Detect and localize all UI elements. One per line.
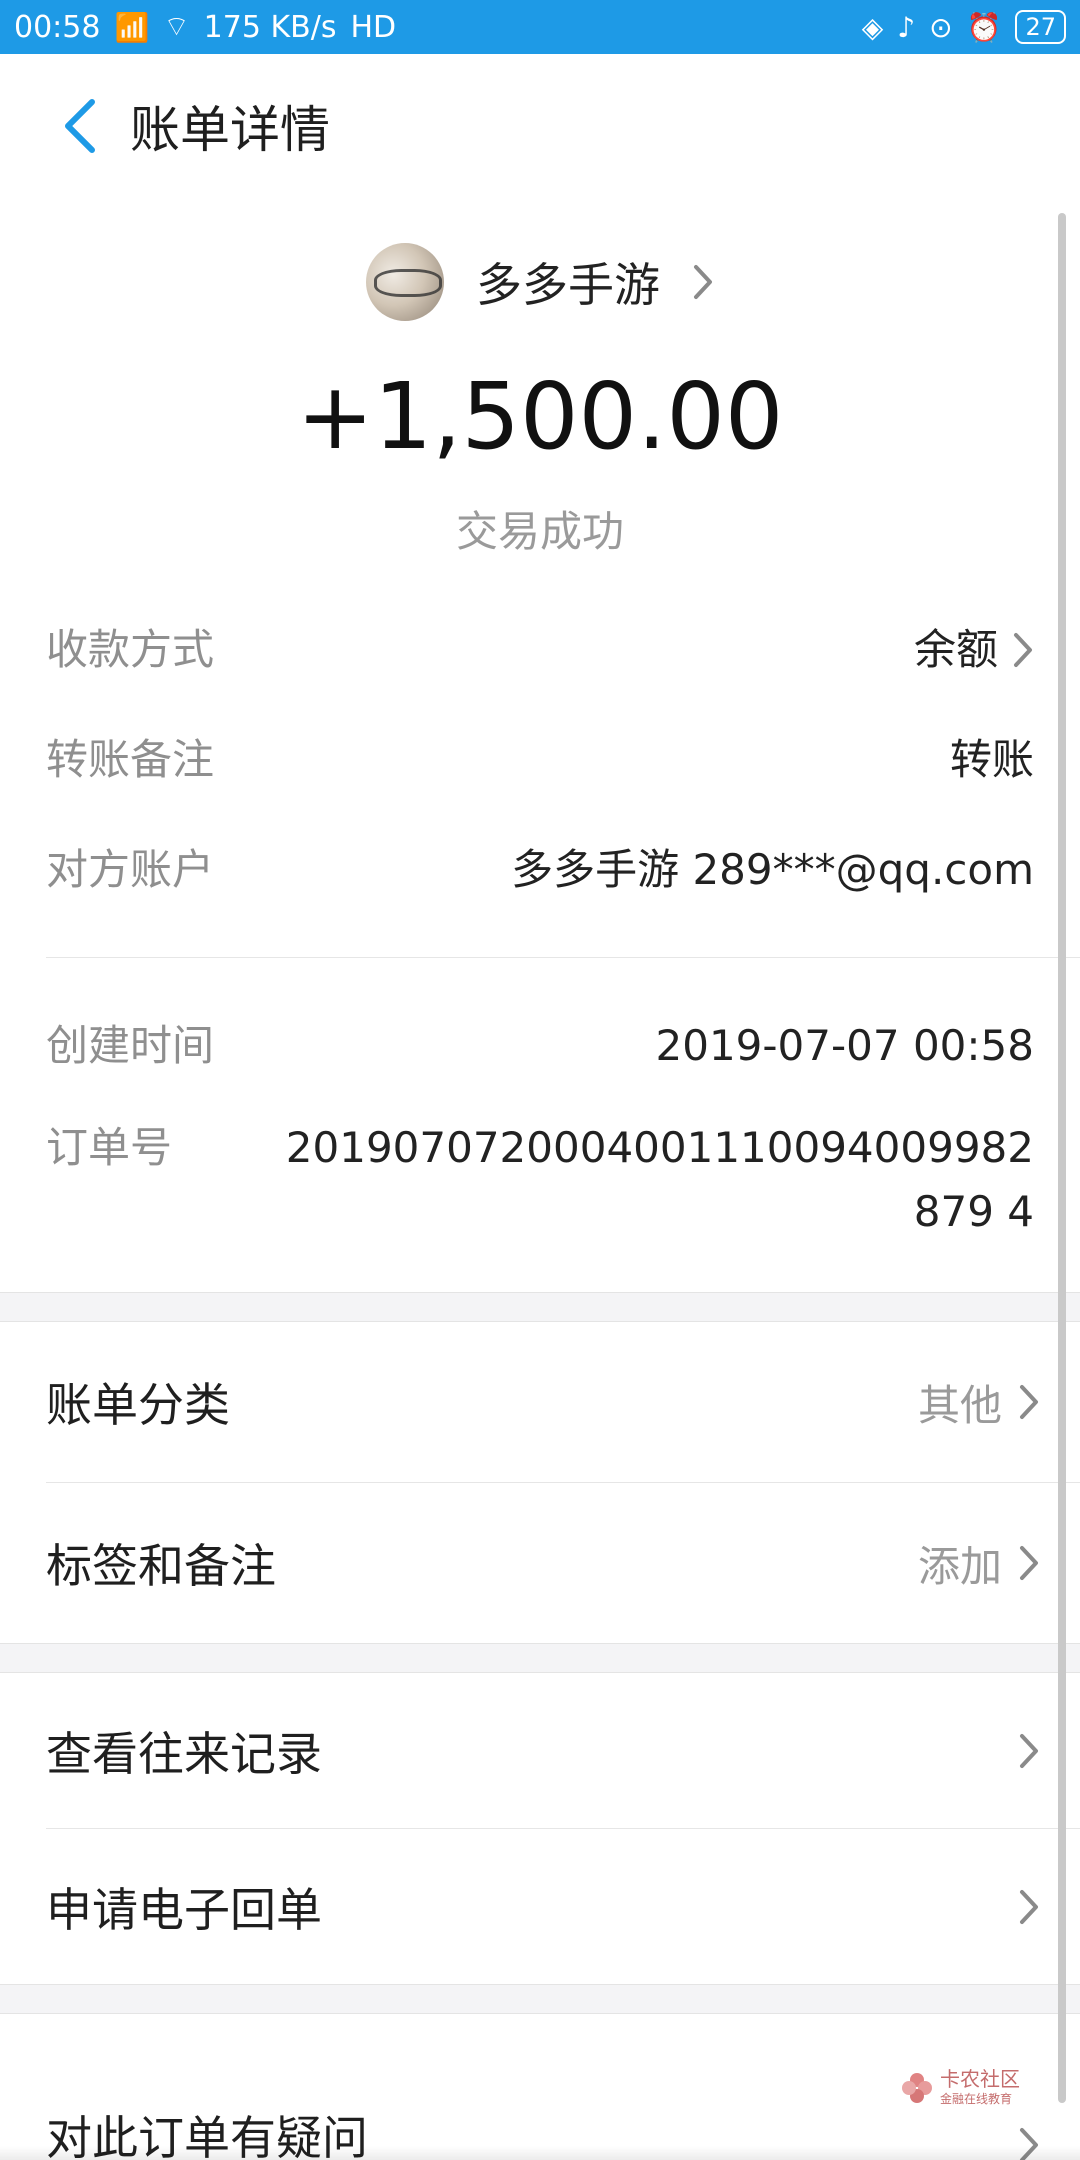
hd-badge: HD [350, 9, 397, 45]
chevron-right-icon [1020, 1889, 1038, 1924]
item-label: 查看往来记录 [46, 1726, 322, 1781]
detail-row-counterparty-account: 对方账户 多多手游 289***@qq.com [46, 815, 1034, 925]
page-title: 账单详情 [130, 101, 330, 159]
transaction-meta: 创建时间 2019-07-07 00:58 订单号 20190707200040… [0, 958, 1080, 1292]
detail-row-remark: 转账备注 转账 [46, 705, 1034, 815]
watermark-title: 卡农社区 [940, 2067, 1020, 2091]
transaction-status: 交易成功 [455, 507, 624, 556]
wifi-icon: ⌔ [163, 9, 190, 43]
item-label: 标签和备注 [46, 1539, 276, 1593]
chevron-right-icon [1020, 1385, 1038, 1419]
watermark-logo: 卡农社区 金融在线教育 [900, 2068, 1020, 2107]
bill-category-item[interactable]: 账单分类 其他 [0, 1322, 1080, 1482]
detail-row-created-time: 创建时间 2019-07-07 00:58 [46, 1006, 1034, 1086]
category-section: 账单分类 其他 标签和备注 添加 [0, 1322, 1080, 1643]
scrollbar[interactable] [1058, 213, 1066, 2103]
section-gap [0, 1984, 1080, 2014]
view-records-item[interactable]: 查看往来记录 [0, 1673, 1080, 1828]
shield-icon: ◈ [861, 10, 884, 44]
section-gap [0, 1292, 1080, 1322]
section-gap [0, 1643, 1080, 1673]
amount: +1,500.00 [296, 363, 784, 470]
item-label: 申请电子回单 [46, 1882, 322, 1937]
detail-label: 对方账户 [46, 845, 215, 894]
network-speed: 175 KB/s [203, 9, 337, 45]
avatar [366, 243, 444, 321]
detail-value: 2019-07-07 00:58 [655, 1021, 1034, 1070]
e-receipt-item[interactable]: 申请电子回单 [0, 1829, 1080, 1984]
chevron-right-icon [692, 263, 714, 301]
detail-value: 转账 [949, 735, 1034, 784]
flower-icon [902, 2072, 932, 2103]
detail-label: 收款方式 [46, 625, 215, 674]
bottom-edge [0, 2146, 1080, 2160]
status-bar: 00:58 📶 ⌔ 175 KB/s HD ◈ ♪ ⊙ ⏰ 27 [0, 0, 1080, 54]
item-label: 账单分类 [46, 1378, 230, 1432]
chevron-right-icon [1020, 1546, 1038, 1580]
watermark-subtitle: 金融在线教育 [940, 2092, 1013, 2106]
signal-icon: 📶 [114, 10, 150, 44]
transaction-summary: 多多手游 +1,500.00 交易成功 [0, 198, 1080, 595]
actions-section: 查看往来记录 申请电子回单 [0, 1673, 1080, 1984]
scroll-content[interactable]: 多多手游 +1,500.00 交易成功 收款方式 余额 转账备注 转账 对方账户… [0, 198, 1080, 2160]
detail-label: 订单号 [46, 1123, 173, 1172]
chevron-left-icon [65, 99, 95, 153]
navigation-bar: 账单详情 [0, 54, 1080, 199]
transaction-details: 收款方式 余额 转账备注 转账 对方账户 多多手游 289***@qq.com [0, 595, 1080, 925]
detail-value: 多多手游 289***@qq.com [511, 845, 1034, 894]
detail-value: 余额 [913, 625, 998, 674]
chevron-right-icon [1012, 631, 1034, 669]
detail-row-order-number: 订单号 2019070720004001110094009982879 4 [46, 1116, 1034, 1244]
detail-label: 创建时间 [46, 1021, 215, 1070]
back-button[interactable] [40, 86, 120, 166]
detail-row-payment-method[interactable]: 收款方式 余额 [46, 595, 1034, 705]
detail-label: 转账备注 [46, 735, 215, 784]
alarm-icon: ⏰ [966, 10, 1002, 44]
order-number[interactable]: 2019070720004001110094009982879 4 [274, 1116, 1034, 1244]
chevron-right-icon [1020, 1733, 1038, 1768]
time: 00:58 [14, 9, 101, 45]
item-value: 其他 [917, 1380, 1002, 1430]
counterparty-name: 多多手游 [476, 258, 660, 312]
lock-icon: ⊙ [929, 10, 953, 44]
item-value: 添加 [917, 1541, 1002, 1591]
tags-notes-item[interactable]: 标签和备注 添加 [0, 1483, 1080, 1643]
counterparty-link[interactable]: 多多手游 [0, 243, 1080, 321]
vibrate-icon: ♪ [897, 10, 916, 44]
battery-indicator: 27 [1015, 10, 1066, 44]
